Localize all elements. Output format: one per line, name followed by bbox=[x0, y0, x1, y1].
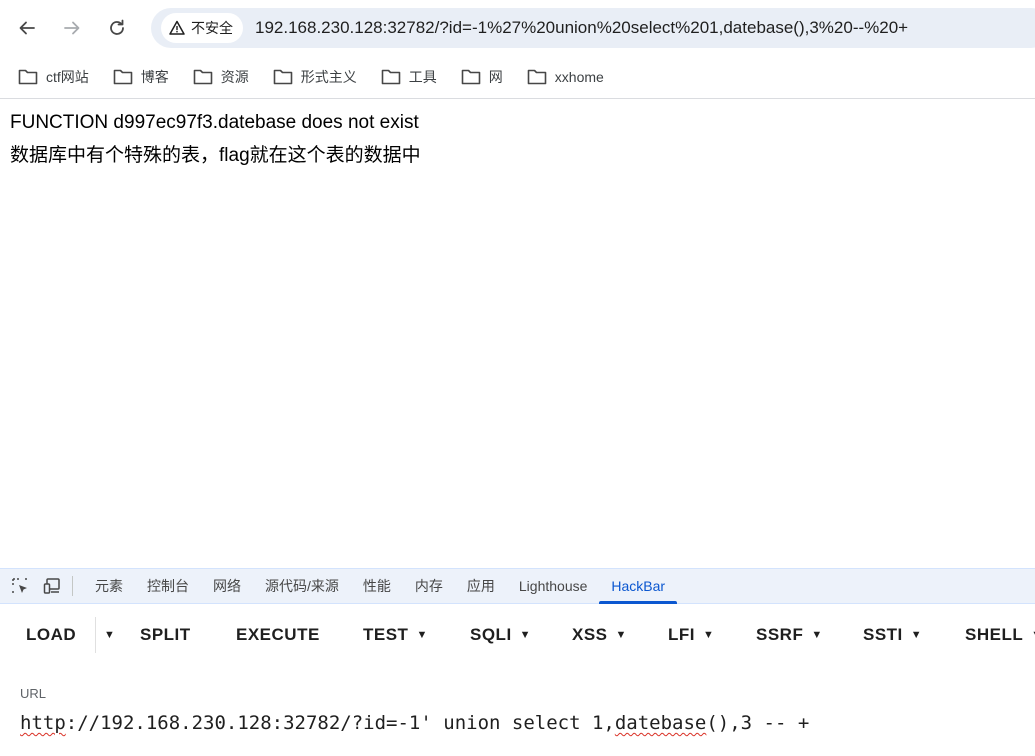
reload-button[interactable] bbox=[99, 10, 135, 46]
split-button[interactable]: SPLIT bbox=[130, 615, 201, 655]
ssrf-menu-button[interactable]: SSRF ▼ bbox=[746, 615, 833, 655]
load-divider bbox=[95, 617, 96, 653]
security-chip[interactable]: 不安全 bbox=[161, 13, 243, 43]
xss-menu-button[interactable]: XSS ▼ bbox=[562, 615, 637, 655]
inspect-element-button[interactable] bbox=[8, 574, 32, 598]
arrow-left-icon bbox=[19, 21, 35, 35]
execute-label: EXECUTE bbox=[236, 625, 320, 644]
sqli-label: SQLI bbox=[470, 625, 512, 644]
test-label: TEST bbox=[363, 625, 409, 644]
url-text[interactable]: 192.168.230.128:32782/?id=-1%27%20union%… bbox=[255, 18, 908, 38]
ssti-menu-button[interactable]: SSTI ▼ bbox=[853, 615, 932, 655]
test-menu-button[interactable]: TEST ▼ bbox=[353, 615, 438, 655]
bookmark-label: xxhome bbox=[554, 69, 604, 85]
bookmark-label: 资源 bbox=[220, 69, 249, 85]
url-field-label: URL bbox=[20, 686, 47, 701]
forward-button[interactable] bbox=[54, 10, 90, 46]
bookmark-resources[interactable]: 资源 bbox=[185, 62, 257, 92]
folder-icon bbox=[461, 69, 481, 85]
hint-message: 数据库中有个特殊的表，flag就在这个表的数据中 bbox=[10, 145, 421, 166]
lfi-menu-button[interactable]: LFI ▼ bbox=[658, 615, 724, 655]
browser-toolbar: 不安全 192.168.230.128:32782/?id=-1%27%20un… bbox=[0, 0, 1035, 56]
tab-console[interactable]: 控制台 bbox=[135, 569, 201, 603]
load-dropdown-button[interactable]: ▼ bbox=[100, 615, 119, 655]
device-icon bbox=[43, 578, 60, 594]
folder-icon bbox=[381, 69, 401, 85]
page-content: FUNCTION d997ec97f3.datebase does not ex… bbox=[0, 99, 1035, 568]
warning-icon bbox=[169, 20, 185, 35]
tab-application[interactable]: 应用 bbox=[455, 569, 507, 603]
address-bar[interactable]: 不安全 192.168.230.128:32782/?id=-1%27%20un… bbox=[151, 8, 1035, 48]
caret-down-icon: ▼ bbox=[104, 629, 116, 641]
bookmarks-bar: ctf网站 博客 资源 形式主义 工具 网 xxhome bbox=[0, 56, 1035, 99]
url-part-scheme: http bbox=[20, 712, 66, 734]
url-part-function: datebase bbox=[614, 712, 707, 734]
execute-button[interactable]: EXECUTE bbox=[226, 615, 330, 655]
shell-menu-button[interactable]: SHELL ▼ bbox=[955, 615, 1035, 655]
security-label: 不安全 bbox=[191, 21, 233, 37]
hackbar-menu: LOAD ▼ SPLIT EXECUTE TEST ▼ SQLI ▼ XSS ▼ LF… bbox=[0, 605, 1035, 665]
ssrf-label: SSRF bbox=[756, 625, 804, 644]
caret-down-icon: ▼ bbox=[703, 629, 715, 641]
lfi-label: LFI bbox=[668, 625, 695, 644]
reload-icon bbox=[110, 19, 124, 35]
caret-down-icon: ▼ bbox=[416, 629, 428, 641]
folder-icon bbox=[273, 69, 293, 85]
folder-icon bbox=[527, 69, 547, 85]
split-label: SPLIT bbox=[140, 625, 191, 644]
folder-icon bbox=[113, 69, 133, 85]
tab-network[interactable]: 网络 bbox=[201, 569, 253, 603]
caret-down-icon: ▼ bbox=[519, 629, 532, 641]
device-toolbar-button[interactable] bbox=[40, 574, 64, 598]
bookmark-label: 工具 bbox=[408, 69, 437, 85]
bookmark-tools[interactable]: 工具 bbox=[373, 62, 445, 92]
caret-down-icon: ▼ bbox=[615, 629, 627, 641]
tab-elements[interactable]: 元素 bbox=[83, 569, 135, 603]
tab-performance[interactable]: 性能 bbox=[351, 569, 403, 603]
bookmark-label: 博客 bbox=[140, 69, 169, 85]
caret-down-icon: ▼ bbox=[811, 629, 823, 641]
folder-icon bbox=[193, 69, 213, 85]
error-message: FUNCTION d997ec97f3.datebase does not ex… bbox=[10, 112, 419, 133]
caret-down-icon: ▼ bbox=[1031, 629, 1035, 641]
tab-divider bbox=[72, 576, 73, 596]
tab-lighthouse[interactable]: Lighthouse bbox=[507, 569, 600, 603]
shell-label: SHELL bbox=[965, 625, 1024, 644]
inspect-icon bbox=[12, 578, 27, 593]
load-button[interactable]: LOAD bbox=[16, 615, 86, 655]
caret-down-icon: ▼ bbox=[910, 629, 923, 641]
bookmark-formalism[interactable]: 形式主义 bbox=[265, 62, 365, 92]
devtools-tab-bar: 元素 控制台 网络 源代码/来源 性能 内存 应用 Lighthouse Hac… bbox=[0, 569, 1035, 604]
bookmark-label: ctf网站 bbox=[46, 69, 89, 85]
bookmark-label: 形式主义 bbox=[300, 69, 357, 85]
ssti-label: SSTI bbox=[863, 625, 903, 644]
tab-hackbar[interactable]: HackBar bbox=[599, 569, 677, 604]
url-part-path: ://192.168.230.128:32782/?id=-1' union s… bbox=[65, 712, 615, 734]
bookmark-label: 网 bbox=[488, 69, 503, 85]
folder-icon bbox=[18, 69, 38, 85]
load-label: LOAD bbox=[26, 625, 77, 644]
bookmark-ctf[interactable]: ctf网站 bbox=[10, 62, 97, 92]
bookmark-net[interactable]: 网 bbox=[453, 62, 511, 92]
bookmark-xxhome[interactable]: xxhome bbox=[519, 62, 612, 92]
back-button[interactable] bbox=[9, 10, 45, 46]
xss-label: XSS bbox=[572, 625, 608, 644]
arrow-right-icon bbox=[64, 21, 80, 35]
devtools-panel: 元素 控制台 网络 源代码/来源 性能 内存 应用 Lighthouse Hac… bbox=[0, 568, 1035, 756]
bookmark-blog[interactable]: 博客 bbox=[105, 62, 177, 92]
tab-sources[interactable]: 源代码/来源 bbox=[253, 569, 351, 603]
url-part-tail: (),3 -- + bbox=[706, 712, 810, 734]
tab-memory[interactable]: 内存 bbox=[403, 569, 455, 603]
url-input[interactable]: http://192.168.230.128:32782/?id=-1' uni… bbox=[20, 712, 809, 734]
sqli-menu-button[interactable]: SQLI ▼ bbox=[460, 615, 541, 655]
